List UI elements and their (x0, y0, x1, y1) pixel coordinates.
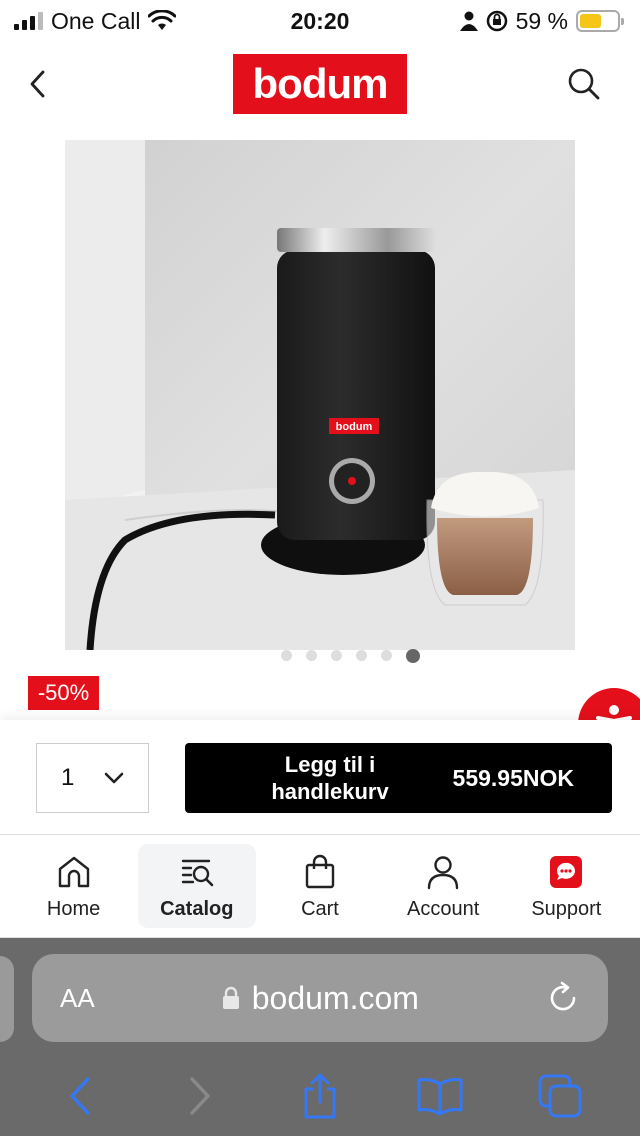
logo-text: bodum (252, 60, 389, 107)
product-image[interactable]: bodum (65, 140, 575, 650)
carousel-dot[interactable] (330, 650, 342, 661)
nav-home-label: Home (46, 897, 101, 920)
battery-icon (576, 10, 624, 32)
add-to-cart-button[interactable]: Legg til i handlekurv 559.95NOK (185, 743, 612, 813)
browser-forward-button[interactable] (170, 1066, 230, 1126)
nav-catalog[interactable]: Catalog (137, 844, 256, 928)
battery-percent: 59 % (515, 7, 568, 34)
nav-home[interactable]: Home (15, 844, 133, 928)
reload-icon[interactable] (546, 981, 580, 1015)
browser-chrome: AA bodum.com (0, 938, 640, 1136)
carousel-dot-active[interactable] (405, 649, 420, 663)
nav-cart[interactable]: Cart (261, 844, 379, 928)
user-icon (427, 855, 459, 889)
book-icon (417, 1078, 463, 1116)
status-time: 20:20 (290, 7, 350, 34)
share-icon (304, 1073, 336, 1119)
svg-text:bodum: bodum (336, 421, 373, 433)
nav-catalog-label: Catalog (160, 897, 234, 920)
quantity-value: 1 (61, 764, 75, 791)
quantity-select[interactable]: 1 (36, 743, 149, 813)
address-bar[interactable]: AA bodum.com (32, 954, 608, 1042)
chevron-down-icon (104, 772, 124, 784)
bodum-logo[interactable]: bodum (233, 54, 407, 114)
carousel-dot[interactable] (380, 650, 392, 661)
carousel-dot[interactable] (280, 650, 292, 661)
search-icon (568, 68, 600, 100)
bottom-nav: Home Catalog Cart Account Support (0, 834, 640, 938)
bookmarks-button[interactable] (410, 1066, 470, 1126)
chevron-right-icon (190, 1077, 210, 1115)
url-text: bodum.com (251, 979, 419, 1016)
status-right: 59 % (459, 7, 624, 35)
tabs-icon (538, 1074, 582, 1118)
add-to-cart-label: Legg til i handlekurv (271, 752, 389, 804)
signal-icon (14, 12, 43, 30)
share-button[interactable] (290, 1066, 350, 1126)
purchase-bar: 1 Legg til i handlekurv 559.95NOK (0, 720, 640, 834)
shopping-bag-icon (305, 854, 335, 888)
nav-account-label: Account (407, 897, 480, 920)
carousel-dot[interactable] (355, 650, 367, 661)
carrier-name: One Call (51, 7, 141, 34)
nav-support[interactable]: Support (507, 844, 625, 928)
chevron-left-icon (70, 1077, 90, 1115)
lock-icon (222, 986, 239, 1009)
home-icon (58, 856, 89, 887)
browser-toolbar (0, 1056, 640, 1136)
app-header: bodum (0, 42, 640, 126)
carousel-dot[interactable] (305, 650, 317, 661)
image-carousel-dots (0, 649, 640, 663)
person-icon (459, 11, 478, 31)
status-bar: One Call 20:20 59 % (0, 0, 640, 42)
price: 559.95NOK (452, 764, 574, 791)
url-display[interactable]: bodum.com (95, 980, 546, 1017)
discount-badge: -50% (28, 676, 99, 710)
tabs-button[interactable] (530, 1066, 590, 1126)
status-left: One Call (14, 7, 177, 35)
nav-support-label: Support (531, 897, 602, 920)
catalog-icon (181, 859, 214, 886)
text-size-button[interactable]: AA (60, 983, 95, 1014)
chat-icon (550, 855, 583, 888)
search-button[interactable] (564, 64, 604, 104)
browser-back-button[interactable] (50, 1066, 110, 1126)
previous-tab-peek[interactable] (0, 956, 14, 1042)
nav-cart-label: Cart (301, 897, 339, 920)
battery-fill (580, 14, 602, 28)
nav-account[interactable]: Account (384, 844, 502, 928)
rotation-lock-icon (486, 10, 507, 32)
back-button[interactable] (22, 64, 52, 104)
chevron-left-icon (30, 70, 45, 98)
wifi-icon (148, 10, 177, 30)
